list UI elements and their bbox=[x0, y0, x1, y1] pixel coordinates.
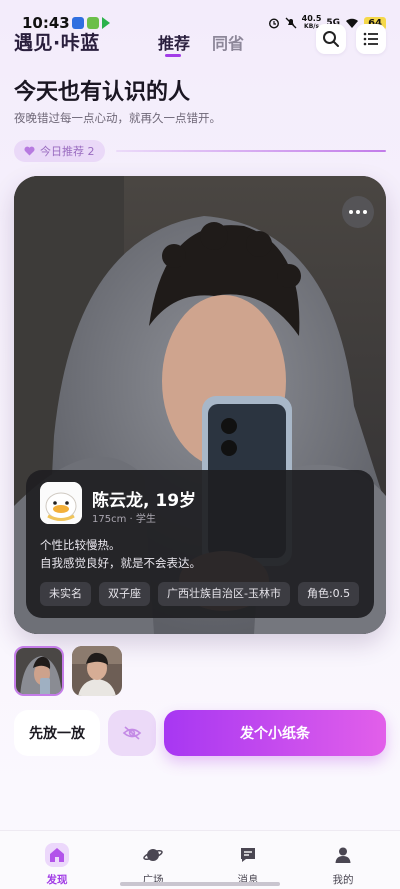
hide-button[interactable] bbox=[108, 710, 156, 756]
nav-label: 我的 bbox=[332, 874, 354, 886]
bio-line: 个性比较慢热。 bbox=[40, 538, 121, 552]
dot bbox=[363, 210, 367, 214]
mute-icon bbox=[285, 17, 297, 29]
profile-meta: 175cm · 学生 bbox=[92, 514, 156, 525]
nav-label: 发现 bbox=[46, 874, 68, 886]
tag-zodiac: 双子座 bbox=[99, 582, 150, 606]
heart-icon bbox=[24, 146, 35, 156]
send-note-button[interactable]: 发个小纸条 bbox=[164, 710, 386, 756]
more-options-button[interactable] bbox=[342, 196, 374, 228]
photo-thumbnail-2[interactable] bbox=[72, 646, 122, 696]
search-button[interactable] bbox=[316, 24, 346, 54]
eye-off-icon bbox=[122, 726, 142, 740]
bio-line: 自我感觉良好，就是不会表达。 bbox=[40, 556, 201, 570]
page-subtitle: 夜晚错过每一点心动，就再久一点错开。 bbox=[14, 111, 221, 125]
profile-name-age: 陈云龙, 19岁 bbox=[92, 491, 197, 511]
planet-icon bbox=[141, 843, 165, 867]
thumbnail-image bbox=[72, 646, 122, 696]
page-title: 今天也有认识的人 bbox=[14, 80, 191, 105]
skip-button[interactable]: 先放一放 bbox=[14, 710, 100, 756]
thumbnail-image bbox=[16, 648, 62, 694]
net-speed-value: 40.5 bbox=[301, 14, 322, 23]
nav-discover[interactable]: 发现 bbox=[17, 831, 97, 889]
menu-icon bbox=[363, 32, 378, 46]
play-store-icon bbox=[102, 17, 110, 29]
search-icon bbox=[323, 31, 339, 47]
home-indicator[interactable] bbox=[120, 882, 280, 886]
nav-profile[interactable]: 我的 bbox=[303, 831, 383, 889]
nav-messages[interactable]: 消息 bbox=[208, 831, 288, 889]
person-icon bbox=[331, 843, 355, 867]
tag-verification: 未实名 bbox=[40, 582, 91, 606]
tab-same-province[interactable]: 同省 bbox=[212, 30, 244, 54]
duck-avatar-icon bbox=[40, 482, 82, 524]
tab-recommend[interactable]: 推荐 bbox=[158, 30, 190, 57]
profile-card[interactable]: 陈云龙, 19岁 175cm · 学生 个性比较慢热。 自我感觉良好，就是不会表… bbox=[14, 176, 386, 634]
profile-tags: 未实名 双子座 广西壮族自治区-玉林市 角色:0.5 bbox=[40, 582, 360, 606]
daily-recommend-pill: 今日推荐 2 bbox=[14, 140, 105, 162]
dot bbox=[349, 210, 353, 214]
home-icon bbox=[45, 843, 69, 867]
dot bbox=[356, 210, 360, 214]
photo-thumbnail-1[interactable] bbox=[14, 646, 64, 696]
daily-recommend-label: 今日推荐 2 bbox=[40, 145, 95, 158]
header-tabs: 推荐 同省 bbox=[158, 30, 244, 57]
bottom-nav: 发现 广场 消息 我的 bbox=[0, 830, 400, 889]
tag-role: 角色:0.5 bbox=[297, 582, 360, 606]
nav-square[interactable]: 广场 bbox=[113, 831, 193, 889]
app-logo: 遇见·咔蓝 bbox=[14, 32, 100, 54]
profile-info-panel: 陈云龙, 19岁 175cm · 学生 个性比较慢热。 自我感觉良好，就是不会表… bbox=[26, 470, 374, 618]
avatar[interactable] bbox=[40, 482, 82, 524]
alarm-icon bbox=[268, 18, 279, 29]
profile-bio: 个性比较慢热。 自我感觉良好，就是不会表达。 bbox=[40, 536, 201, 572]
menu-button[interactable] bbox=[356, 24, 386, 54]
decorative-divider bbox=[116, 150, 386, 152]
message-icon bbox=[236, 843, 260, 867]
tag-location: 广西壮族自治区-玉林市 bbox=[158, 582, 290, 606]
